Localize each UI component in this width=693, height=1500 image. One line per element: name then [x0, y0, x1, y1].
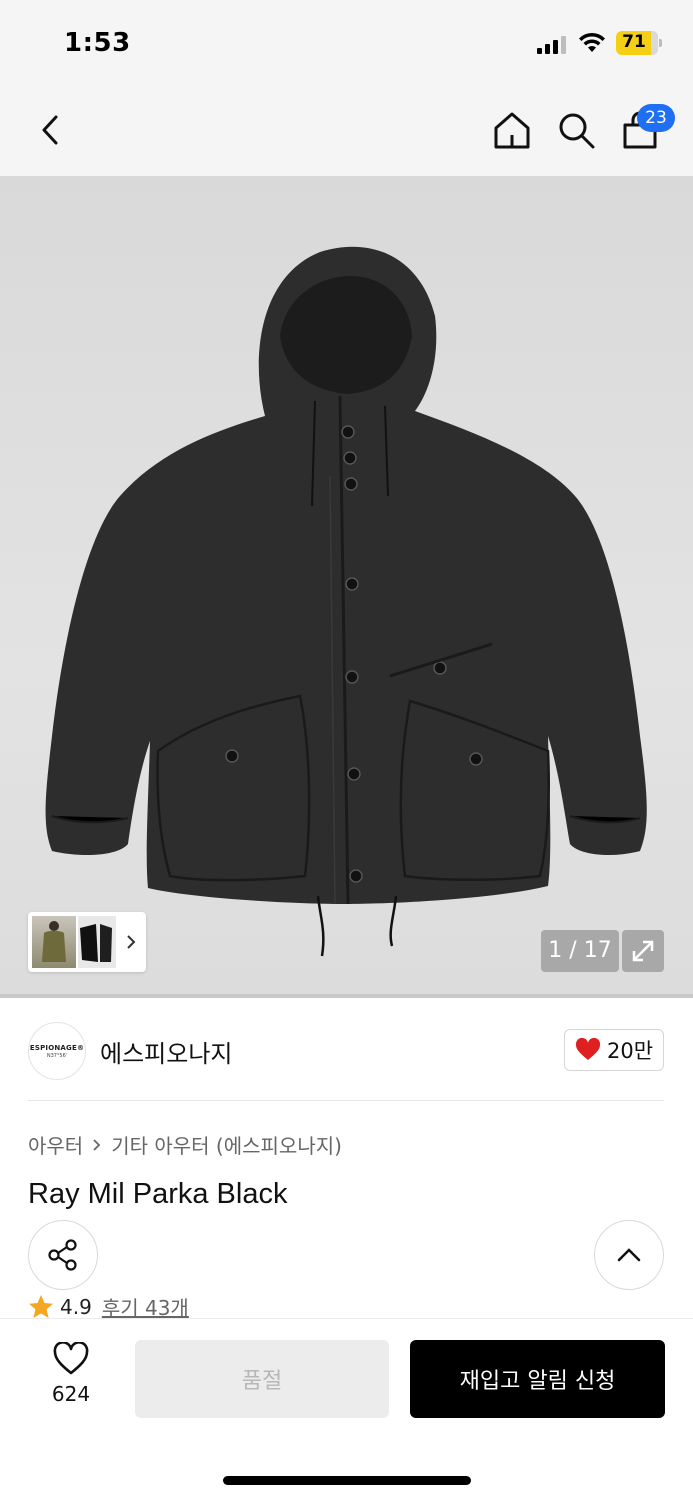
- brand-logo-subtext: N37°56': [46, 1052, 68, 1059]
- home-button[interactable]: [490, 108, 534, 152]
- breadcrumb-item[interactable]: 아우터: [28, 1130, 83, 1159]
- model-thumb-image: [42, 921, 66, 962]
- heart-outline-icon: [53, 1342, 89, 1375]
- nav-bar: [0, 88, 693, 176]
- product-title: Ray Mil Parka Black: [28, 1178, 288, 1210]
- home-indicator: [223, 1476, 471, 1485]
- status-bar: 1:53 71: [0, 0, 693, 88]
- scroll-top-button[interactable]: [594, 1220, 664, 1290]
- home-icon: [494, 112, 530, 149]
- star-icon: [29, 1294, 53, 1318]
- thumbnail-model[interactable]: [32, 916, 76, 968]
- parka-image: [45, 246, 647, 957]
- back-icon: [42, 115, 58, 145]
- cart-count-badge: 23: [637, 104, 675, 132]
- status-time: 1:53: [64, 28, 131, 58]
- breadcrumb: 아우터 기타 아우터 (에스피오나지): [28, 1130, 342, 1159]
- thumbnail-jackets[interactable]: [78, 916, 116, 968]
- signal-icon: [537, 34, 567, 54]
- review-link[interactable]: 후기 43개: [102, 1292, 189, 1321]
- jackets-thumb-image: [80, 924, 112, 962]
- scroll-top-icon: [617, 1248, 641, 1262]
- brand-name[interactable]: 에스피오나지: [100, 1034, 232, 1069]
- expand-button[interactable]: [622, 930, 664, 972]
- divider: [28, 1100, 664, 1101]
- back-button[interactable]: [30, 108, 70, 152]
- chevron-right-icon: [127, 935, 136, 949]
- rating-score: 4.9: [60, 1294, 92, 1319]
- wishlist-button[interactable]: 624: [40, 1342, 102, 1418]
- soldout-button: 품절: [135, 1340, 389, 1418]
- breadcrumb-item[interactable]: 기타 아우터 (에스피오나지): [111, 1130, 342, 1159]
- share-icon: [48, 1239, 77, 1271]
- image-counter: 1 / 17: [541, 930, 619, 972]
- expand-icon: [632, 940, 654, 962]
- brand-like-count: 20만: [606, 1039, 654, 1063]
- chevron-right-icon: [93, 1138, 101, 1151]
- search-icon: [559, 113, 595, 149]
- product-image[interactable]: [0, 176, 693, 998]
- search-button[interactable]: [554, 108, 598, 152]
- battery-icon: 71: [616, 31, 662, 55]
- share-button[interactable]: [28, 1220, 98, 1290]
- image-divider: [0, 994, 693, 998]
- battery-level: 71: [622, 32, 646, 52]
- wishlist-count: 624: [51, 1382, 91, 1406]
- brand-logo-text: ESPIONAGE®: [29, 1043, 85, 1052]
- restock-alert-button[interactable]: 재입고 알림 신청: [410, 1340, 665, 1418]
- thumbnail-strip[interactable]: [28, 912, 146, 972]
- wifi-icon: [579, 32, 605, 52]
- brand-like-button[interactable]: 20만: [564, 1029, 664, 1071]
- brand-logo[interactable]: ESPIONAGE® N37°56': [28, 1022, 86, 1080]
- heart-filled-icon: [575, 1038, 600, 1060]
- rating-row: 4.9 후기 43개: [28, 1292, 189, 1321]
